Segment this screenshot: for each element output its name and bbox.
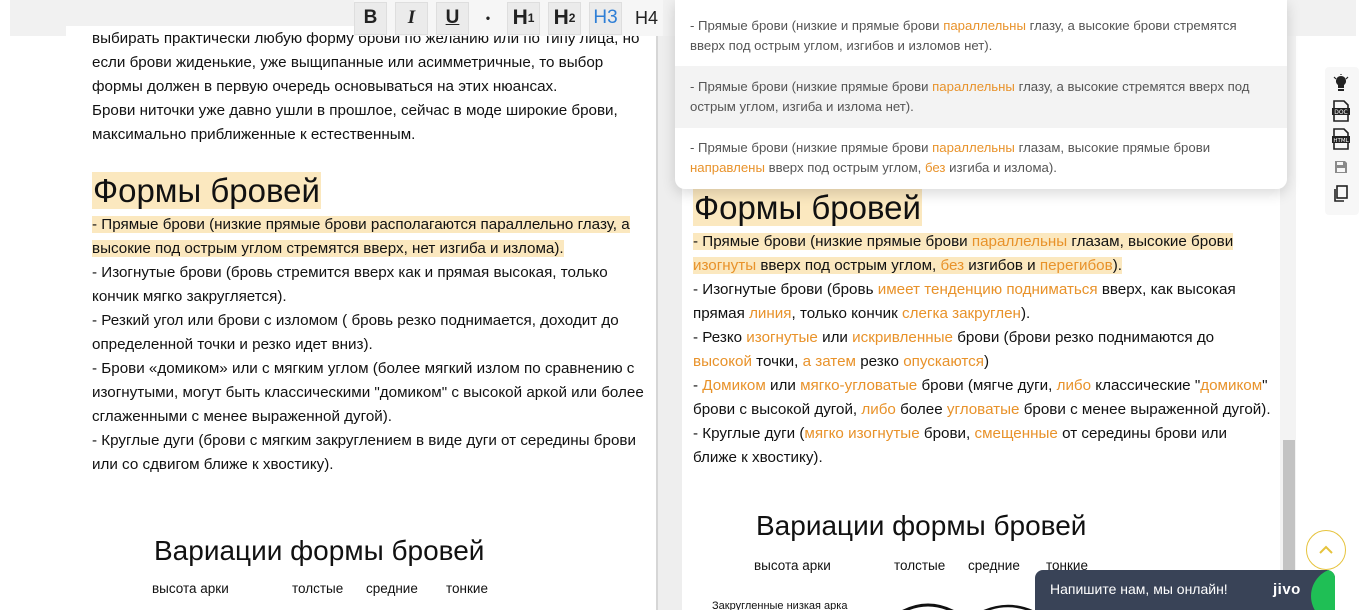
right-figure-row-1: Закругленные низкая арка — [712, 600, 848, 610]
left-item-straight: - Прямые брови (низкие прямые брови расп… — [92, 213, 647, 261]
synonym-word[interactable]: изогнуты — [693, 257, 756, 274]
heading-3-button[interactable]: H3 — [589, 1, 622, 35]
right-heading: Формы бровей — [693, 189, 922, 226]
heading-2-button[interactable]: H2 — [548, 1, 581, 35]
left-item-house: - Брови «домиком» или с мягким углом (бо… — [92, 360, 644, 425]
chat-prompt-text: Напишите нам, мы онлайн! — [1050, 581, 1228, 597]
suggestion-option[interactable]: - Прямые брови (низкие прямые брови пара… — [675, 66, 1287, 128]
intro-paragraph-2: Брови ниточки уже давно ушли в прошлое, … — [92, 102, 618, 143]
left-figure-col-arch: высота арки — [152, 581, 229, 596]
synonym-word[interactable]: либо — [1057, 377, 1092, 394]
chevron-up-icon — [1319, 545, 1333, 554]
left-figure-col-thin: тонкие — [446, 581, 488, 596]
original-text-pane[interactable]: выбирать практически любую форму брови п… — [66, 26, 656, 610]
suggestion-option[interactable]: - Прямые брови (низкие и прямые брови па… — [675, 6, 1287, 66]
left-heading: Формы бровей — [92, 172, 321, 209]
left-figure-title: Вариации формы бровей — [154, 535, 485, 566]
page-margin-left — [0, 36, 66, 610]
save-icon[interactable] — [1331, 156, 1351, 178]
jivo-logo: jivo — [1273, 581, 1301, 598]
intro-paragraph-1: выбирать практически любую форму брови п… — [92, 30, 640, 95]
right-figure-col-medium: средние — [968, 558, 1020, 573]
synonym-word[interactable]: мягко изогнутые — [804, 425, 919, 442]
synonym-word[interactable]: перегибов — [1040, 257, 1113, 274]
bold-button[interactable]: B — [354, 1, 387, 35]
synonym-word[interactable]: смещенные — [974, 425, 1057, 442]
heading-1-button[interactable]: H1 — [507, 1, 540, 35]
svg-text:HTML: HTML — [1333, 138, 1349, 144]
synonym-word[interactable]: линия — [749, 305, 791, 322]
right-figure-col-arch: высота арки — [754, 558, 831, 573]
svg-text:DOC: DOC — [1334, 109, 1348, 116]
original-text-content[interactable]: выбирать практически любую форму брови п… — [92, 26, 647, 477]
left-item-round: - Круглые дуги (брови с мягким закруглен… — [92, 432, 636, 473]
left-eyebrow-figure: Вариации формы бровей высота арки толсты… — [106, 523, 546, 610]
synonym-word[interactable]: без — [940, 257, 964, 274]
left-figure-col-medium: средние — [366, 581, 418, 596]
left-figure-col-thick: толстые — [292, 581, 344, 596]
suggestion-option[interactable]: - Прямые брови (низкие прямые брови пара… — [675, 128, 1287, 189]
synonym-word[interactable]: слегка закруглен — [902, 305, 1021, 322]
synonym-word[interactable]: угловатые — [947, 401, 1020, 418]
synonym-word[interactable]: имеет тенденцию подниматься — [878, 281, 1098, 298]
italic-button[interactable]: I — [395, 1, 428, 35]
right-figure-title: Вариации формы бровей — [756, 510, 1087, 541]
synonym-word[interactable]: изогнутые — [746, 329, 818, 346]
right-item-curved: - Изогнутые брови (бровь имеет тенденцию… — [693, 281, 1236, 322]
synonym-word[interactable]: высокой — [693, 353, 752, 370]
left-item-straight-text: - Прямые брови (низкие прямые брови расп… — [92, 216, 630, 257]
scroll-to-top-button[interactable] — [1306, 530, 1346, 570]
synonym-word[interactable]: искривленные — [852, 329, 953, 346]
suggestions-dropdown: - Прямые брови (низкие и прямые брови па… — [675, 0, 1287, 189]
synonym-word[interactable]: параллельны — [972, 233, 1067, 250]
right-figure-col-thick: толстые — [894, 558, 946, 573]
tools-rail: DOC HTML — [1325, 67, 1359, 215]
right-item-straight: - Прямые брови (низкие прямые брови пара… — [693, 233, 1234, 274]
pane-divider-line — [656, 36, 658, 610]
synonym-word[interactable]: мягко-угловатые — [800, 377, 917, 394]
synonym-word[interactable]: Домиком — [702, 377, 766, 394]
left-item-curved: - Изогнутые брови (бровь стремится вверх… — [92, 264, 608, 305]
bullet-list-button[interactable]: • — [477, 2, 499, 35]
doc-icon[interactable]: DOC — [1331, 100, 1351, 122]
right-item-round: - Круглые дуги (мягко изогнутые брови, с… — [693, 425, 1228, 466]
synonym-word[interactable]: либо — [861, 401, 896, 418]
heading-4-button[interactable]: H4 — [630, 1, 663, 35]
copy-icon[interactable] — [1331, 183, 1351, 205]
right-item-angle: - Резко изогнутые или искривленные брови… — [693, 329, 1215, 370]
synonym-word[interactable]: опускаются — [903, 353, 984, 370]
chat-status-blob — [1311, 570, 1335, 610]
synonym-word[interactable]: а затем — [803, 353, 856, 370]
html-icon[interactable]: HTML — [1331, 128, 1351, 150]
chat-widget[interactable]: Напишите нам, мы онлайн! jivo — [1035, 570, 1335, 610]
left-item-angle: - Резкий угол или брови с изломом ( бров… — [92, 312, 619, 353]
format-toolbar: B I U • H1 H2 H3 H4 — [354, 0, 663, 36]
underline-button[interactable]: U — [436, 1, 469, 35]
right-item-house: - Домиком или мягко-угловатые брови (мяг… — [693, 377, 1271, 418]
synonym-word[interactable]: домиком — [1200, 377, 1262, 394]
bulb-icon[interactable] — [1331, 73, 1351, 95]
